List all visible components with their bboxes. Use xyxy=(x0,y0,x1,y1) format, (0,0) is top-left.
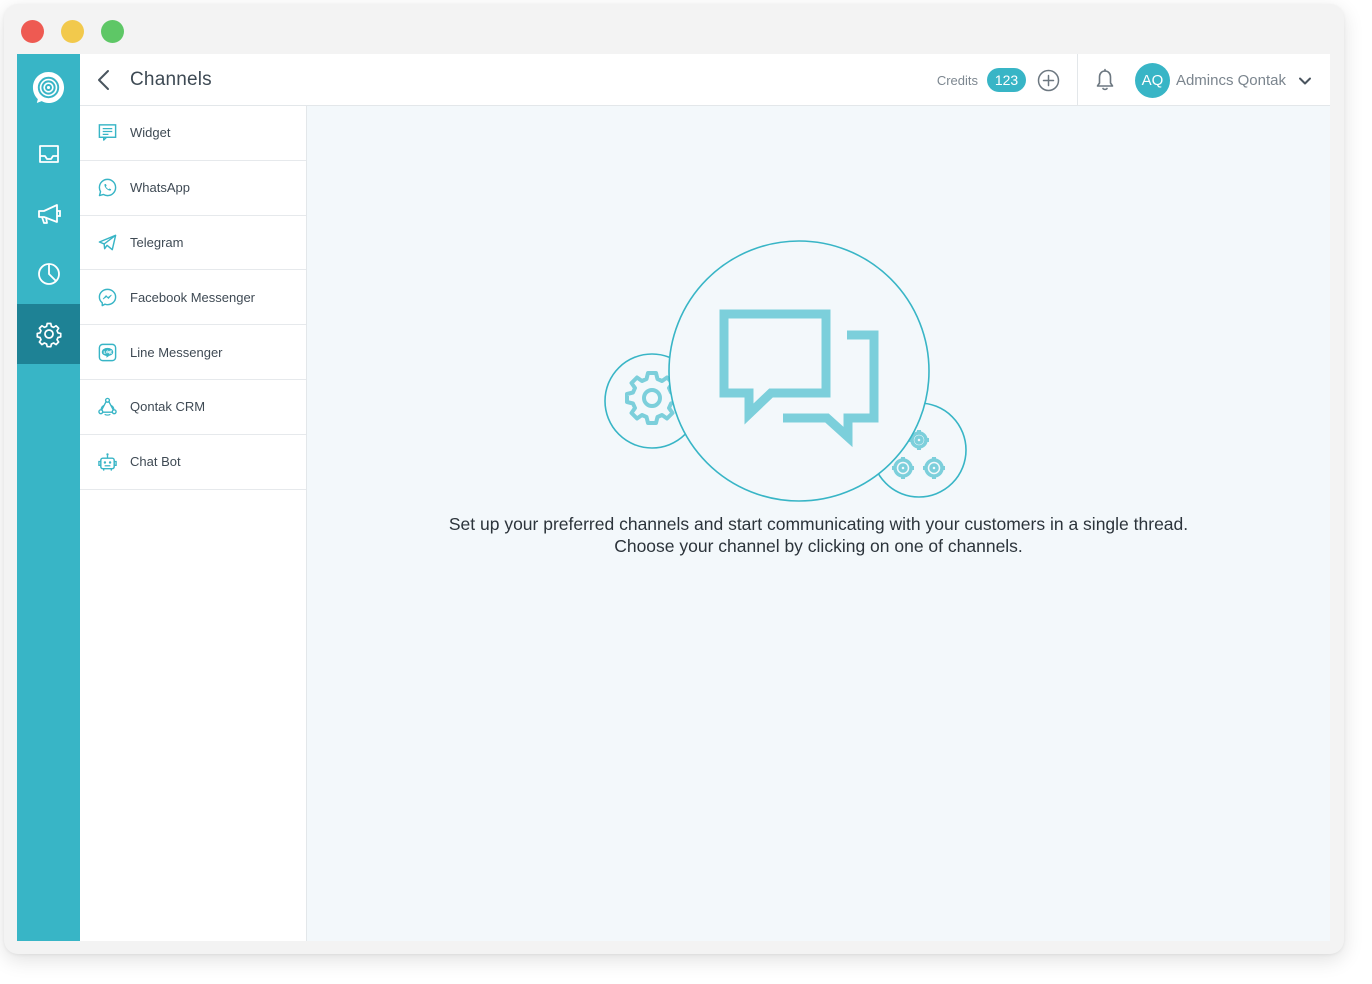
channel-item-widget[interactable]: Widget xyxy=(80,106,306,161)
channel-list: Widget WhatsApp Telegram Facebook Messen… xyxy=(80,106,307,941)
channel-item-qontak-crm[interactable]: Qontak CRM xyxy=(80,380,306,435)
maximize-window-button[interactable] xyxy=(101,20,124,43)
channel-label: Line Messenger xyxy=(130,344,223,360)
user-avatar[interactable]: AQ xyxy=(1135,63,1170,98)
channel-item-facebook-messenger[interactable]: Facebook Messenger xyxy=(80,270,306,326)
app-window: Channels Credits 123 AQ Admincs Qontak W… xyxy=(4,4,1344,954)
minimize-window-button[interactable] xyxy=(61,20,84,43)
rail-item-broadcast[interactable] xyxy=(17,184,80,244)
empty-state-line-1: Set up your preferred channels and start… xyxy=(448,514,1189,534)
close-window-button[interactable] xyxy=(21,20,44,43)
channel-item-whatsapp[interactable]: WhatsApp xyxy=(80,161,306,216)
main-content: Set up your preferred channels and start… xyxy=(307,106,1330,941)
notifications-button[interactable] xyxy=(1094,68,1116,92)
telegram-icon xyxy=(96,231,118,253)
chevron-left-icon xyxy=(98,70,109,90)
channel-label: WhatsApp xyxy=(130,180,190,196)
user-name[interactable]: Admincs Qontak xyxy=(1176,72,1286,89)
channel-label: Qontak CRM xyxy=(130,399,206,415)
header-divider xyxy=(1077,54,1078,106)
user-menu-toggle[interactable] xyxy=(1298,74,1312,88)
empty-state-text: Set up your preferred channels and start… xyxy=(307,513,1330,557)
pie-chart-icon xyxy=(37,263,60,285)
inbox-icon xyxy=(38,145,59,163)
crm-icon xyxy=(96,396,118,418)
qontak-logo[interactable] xyxy=(31,70,66,105)
megaphone-icon xyxy=(37,204,61,224)
rail-item-settings[interactable] xyxy=(17,304,80,364)
page-title: Channels xyxy=(130,69,212,90)
plus-circle-icon xyxy=(1037,69,1060,92)
credits-badge: 123 xyxy=(987,68,1026,92)
whatsapp-icon xyxy=(96,177,118,199)
chat-settings-illustration xyxy=(604,240,967,502)
line-icon xyxy=(96,341,118,363)
top-bar: Channels Credits 123 AQ Admincs Qontak xyxy=(80,54,1330,106)
bell-icon xyxy=(1096,68,1114,91)
empty-state-line-2: Choose your channel by clicking on one o… xyxy=(614,536,1023,556)
credits-label: Credits xyxy=(936,73,978,88)
channel-label: Facebook Messenger xyxy=(130,289,256,305)
add-credits-button[interactable] xyxy=(1037,69,1060,92)
robot-icon xyxy=(96,451,118,473)
channel-label: Chat Bot xyxy=(130,454,181,470)
channels-illustration xyxy=(603,232,973,512)
back-button[interactable] xyxy=(94,68,114,92)
channel-item-chat-bot[interactable]: Chat Bot xyxy=(80,435,306,490)
channel-item-line-messenger[interactable]: Line Messenger xyxy=(80,325,306,380)
channel-item-telegram[interactable]: Telegram xyxy=(80,216,306,271)
nav-rail xyxy=(17,54,80,941)
app-container: Channels Credits 123 AQ Admincs Qontak W… xyxy=(17,54,1330,941)
gear-icon xyxy=(35,322,62,348)
rail-item-inbox[interactable] xyxy=(17,124,80,184)
messenger-icon xyxy=(96,286,118,308)
chevron-down-icon xyxy=(1299,77,1311,85)
channel-label: Telegram xyxy=(130,234,184,250)
channel-label: Widget xyxy=(130,125,171,141)
rail-item-reports[interactable] xyxy=(17,244,80,304)
widget-icon xyxy=(96,122,118,144)
